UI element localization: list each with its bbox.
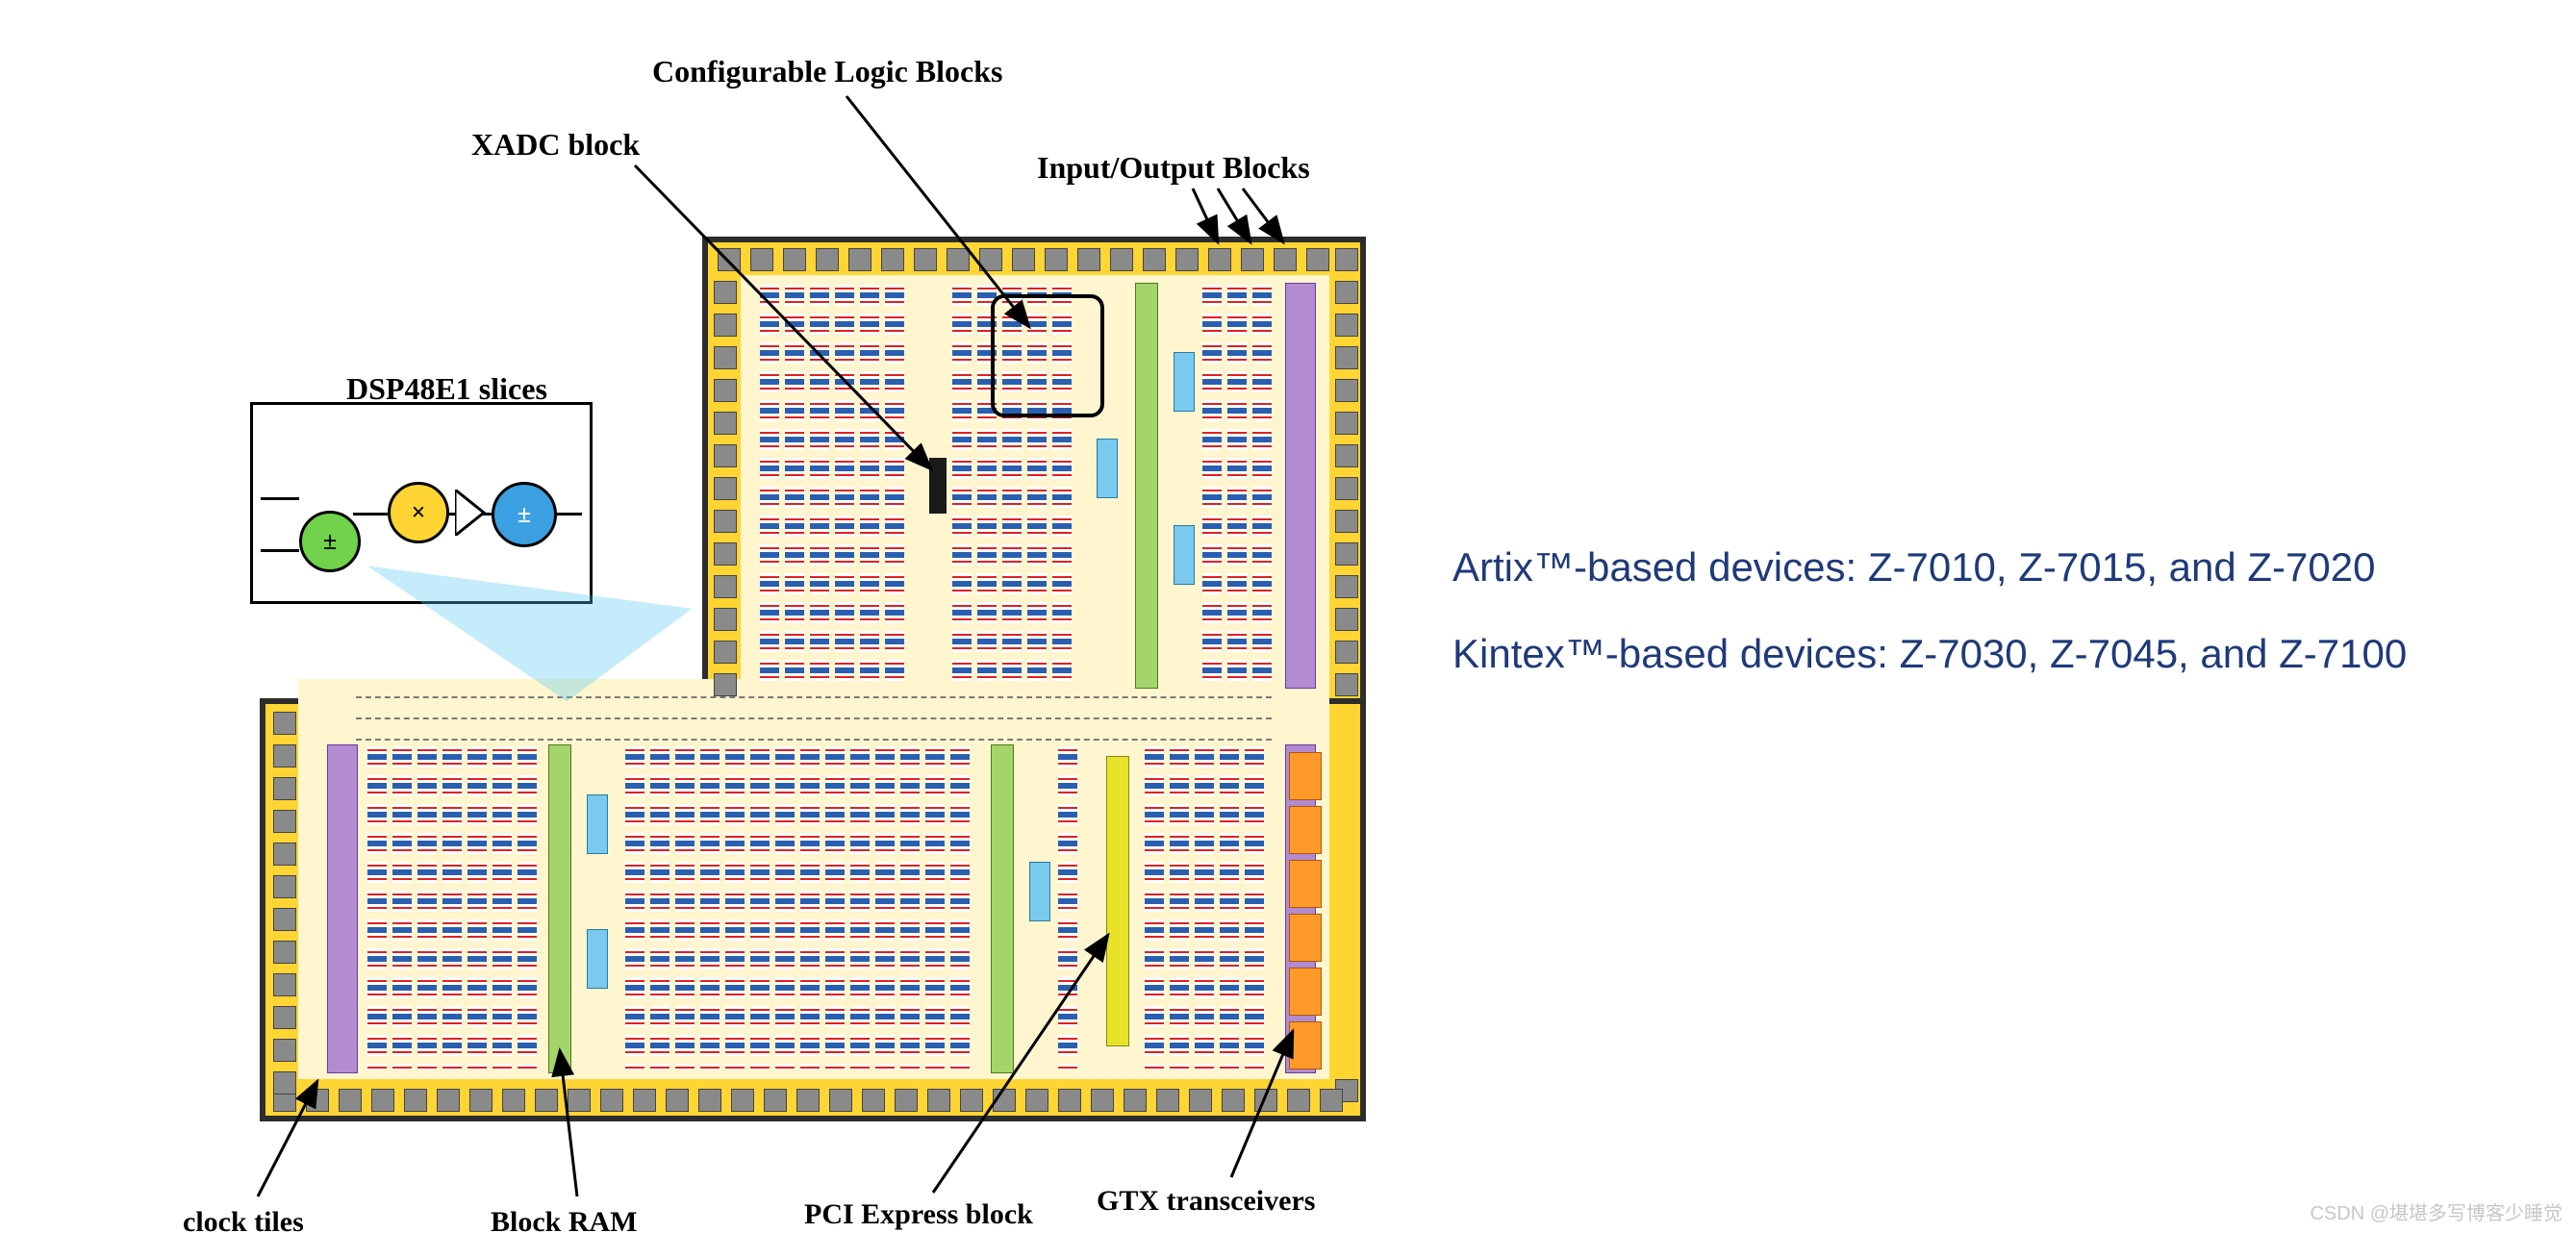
diagram-stage: Configurable Logic Blocks XADC block Inp… [0, 0, 2576, 1233]
dsp-column [548, 744, 571, 1073]
clb-sample-highlight [991, 294, 1104, 417]
label-clb: Configurable Logic Blocks [652, 54, 1002, 89]
dsp-column [991, 744, 1014, 1073]
xadc-block [929, 458, 947, 514]
clock-tile [1174, 352, 1195, 412]
dashed-line [356, 739, 1272, 741]
clock-tile [1029, 862, 1050, 921]
watermark: CSDN @堪堪多写博客少睡觉 [2310, 1197, 2563, 1225]
label-pcie-real: PCI Express block [804, 1198, 1033, 1231]
clock-region-strip [298, 679, 1329, 756]
label-bram: Block RAM [491, 1206, 638, 1233]
dsp-mux-icon [455, 490, 490, 536]
clock-tile [1097, 439, 1118, 498]
clock-tile [587, 794, 608, 854]
clock-tile [1174, 525, 1195, 585]
gtx-transceiver [1289, 752, 1322, 800]
clock-tile [587, 929, 608, 989]
dashed-line [356, 717, 1272, 719]
side-text-kintex: Kintex™-based devices: Z-7030, Z-7045, a… [1452, 631, 2407, 677]
bram-column [1285, 283, 1316, 689]
dsp-multiplier-icon: × [388, 482, 449, 543]
label-gtx: GTX transceivers [1097, 1185, 1315, 1218]
dsp-preadder-icon: ± [299, 511, 361, 572]
clb-column [367, 746, 387, 1069]
dsp-column [1135, 283, 1158, 689]
bram-column [327, 744, 358, 1073]
label-xadc: XADC block [471, 127, 640, 163]
dsp-postadder-icon: ± [492, 482, 557, 547]
pcie-block [1106, 756, 1129, 1046]
clb-column [760, 285, 779, 685]
io-pad [718, 248, 741, 271]
label-iob: Input/Output Blocks [1037, 150, 1310, 186]
side-text-artix: Artix™-based devices: Z-7010, Z-7015, an… [1452, 544, 2375, 591]
label-clock: clock tiles [183, 1206, 304, 1233]
dashed-line [356, 696, 1272, 698]
